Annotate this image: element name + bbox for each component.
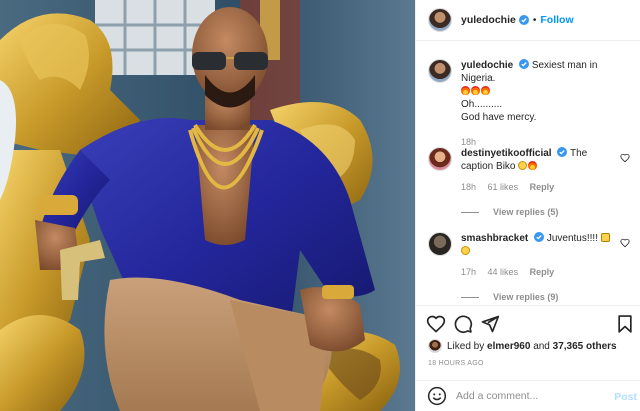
like-heart-icon[interactable] (426, 314, 446, 334)
add-comment-input[interactable] (456, 390, 606, 402)
share-paper-plane-icon[interactable] (480, 314, 500, 334)
comment-likes[interactable]: 44 likes (488, 267, 519, 277)
reply-button[interactable]: Reply (530, 182, 555, 192)
cake-emoji-icon (600, 233, 610, 242)
add-comment-bar: Post (416, 380, 640, 411)
fire-emoji-icon (481, 86, 490, 95)
comment-time: 18h (461, 182, 477, 192)
likes-summary: Liked by elmer960 and 37,365 others (428, 339, 617, 353)
comment-body: destinyetikoofficial The caption Biko 18… (461, 147, 621, 194)
post-photo[interactable] (0, 0, 415, 411)
reply-button[interactable]: Reply (530, 267, 555, 277)
follow-button[interactable]: Follow (540, 14, 573, 26)
caption-text-line3: God have mercy. (461, 112, 537, 123)
comment-username[interactable]: destinyetikoofficial (461, 148, 552, 159)
post-side-panel: yuledochie • Follow yuledochie Sexiest m… (415, 0, 640, 411)
view-replies-label[interactable]: View replies (5) (493, 207, 558, 217)
likes-prefix: Liked by (447, 340, 485, 352)
like-comment-heart-icon[interactable] (620, 238, 630, 248)
fire-emoji-icon (461, 86, 470, 95)
verified-badge-icon (518, 15, 529, 25)
likes-and: and (533, 340, 550, 352)
caption-time: 18h (461, 137, 477, 147)
post-comment-button[interactable]: Post (614, 391, 637, 403)
view-replies-label[interactable]: View replies (9) (493, 292, 558, 302)
grin-emoji-icon (461, 246, 470, 255)
author-avatar[interactable] (428, 8, 452, 32)
liker-username[interactable]: elmer960 (487, 341, 530, 352)
author-username[interactable]: yuledochie (461, 14, 516, 26)
save-bookmark-icon[interactable] (615, 314, 635, 334)
verified-badge-icon (519, 59, 530, 69)
photo-illustration (0, 0, 415, 411)
fire-emoji-icon (528, 161, 538, 170)
view-replies-button[interactable]: View replies (9) (461, 292, 558, 302)
emoji-smiley-icon[interactable] (427, 386, 447, 406)
view-replies-button[interactable]: View replies (5) (461, 207, 558, 217)
like-comment-heart-icon[interactable] (620, 153, 630, 163)
comment-time: 17h (461, 267, 477, 277)
comment-likes[interactable]: 61 likes (488, 182, 519, 192)
post-actions-bar (416, 305, 640, 337)
caption-text-line2: Oh.......... (461, 99, 503, 110)
likes-others-link[interactable]: 37,365 others (553, 341, 617, 352)
post-header: yuledochie • Follow (416, 0, 640, 41)
fire-emoji-icon (471, 86, 480, 95)
verified-badge-icon (534, 232, 545, 242)
comment-username[interactable]: smashbracket (461, 233, 528, 244)
comment-avatar[interactable] (428, 232, 452, 256)
comment-meta: 17h 44 likes Reply (461, 266, 621, 279)
caption-body: yuledochie Sexiest man in Nigeria. Oh...… (461, 59, 621, 149)
header-separator: • (532, 14, 537, 26)
verified-badge-icon (557, 147, 568, 157)
comment-bubble-icon[interactable] (453, 314, 473, 334)
comment-meta: 18h 61 likes Reply (461, 181, 621, 194)
caption-username[interactable]: yuledochie (461, 60, 513, 71)
grin-emoji-icon (518, 161, 528, 170)
comment-avatar[interactable] (428, 147, 452, 171)
liker-avatar[interactable] (428, 339, 442, 353)
comments-list[interactable]: yuledochie Sexiest man in Nigeria. Oh...… (416, 41, 640, 305)
comment-text: Juventus!!!! (546, 233, 598, 244)
comment-body: smashbracket Juventus!!!! 17h 44 likes R… (461, 232, 621, 279)
post-timestamp: 18 HOURS AGO (428, 360, 484, 367)
caption-avatar[interactable] (428, 59, 452, 83)
